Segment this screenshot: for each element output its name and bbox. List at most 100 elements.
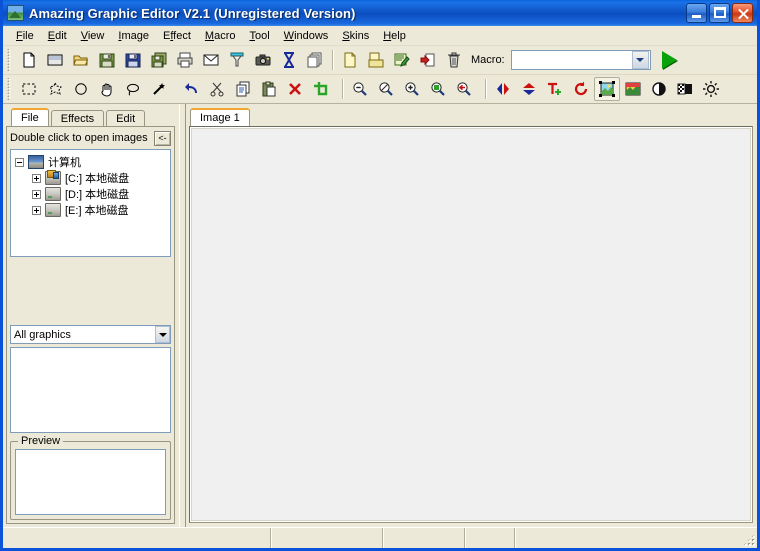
tree-item-drive-c[interactable]: [C:] 本地磁盘 xyxy=(13,170,168,186)
edit-macro-icon[interactable] xyxy=(389,48,415,72)
ellipse-select-icon[interactable] xyxy=(68,77,94,101)
print-icon[interactable] xyxy=(172,48,198,72)
add-text-icon[interactable] xyxy=(542,77,568,101)
copy-icon[interactable] xyxy=(230,77,256,101)
menu-help[interactable]: Help xyxy=(376,28,413,44)
lasso-select-icon[interactable] xyxy=(120,77,146,101)
open-hint-label: Double click to open images xyxy=(10,132,148,144)
computer-icon xyxy=(28,155,44,169)
drive-icon xyxy=(45,187,61,201)
menu-view[interactable]: View xyxy=(74,28,112,44)
zoom-in-icon[interactable] xyxy=(399,77,425,101)
menu-skins[interactable]: Skins xyxy=(335,28,376,44)
sidebar-tab-file[interactable]: File xyxy=(11,108,49,126)
new-macro-icon[interactable] xyxy=(337,48,363,72)
contrast-icon[interactable] xyxy=(646,77,672,101)
sidebar-tabs: File Effects Edit xyxy=(6,108,179,126)
chevron-down-icon[interactable] xyxy=(631,51,649,69)
menu-image[interactable]: Image xyxy=(111,28,156,44)
collapse-sidebar-button[interactable]: <- xyxy=(154,130,171,146)
menu-macro[interactable]: Macro xyxy=(198,28,243,44)
zoom-fit-icon[interactable] xyxy=(425,77,451,101)
apply-macro-icon[interactable] xyxy=(415,48,441,72)
maximize-button[interactable] xyxy=(709,3,730,23)
menu-tool[interactable]: Tool xyxy=(242,28,276,44)
hourglass-icon[interactable] xyxy=(276,48,302,72)
polygon-select-icon[interactable] xyxy=(42,77,68,101)
window-title: Amazing Graphic Editor V2.1 (Unregistere… xyxy=(29,5,356,21)
run-macro-icon[interactable] xyxy=(657,48,683,72)
status-pane-4 xyxy=(465,528,515,548)
menu-effect[interactable]: Effect xyxy=(156,28,198,44)
expand-expander-icon[interactable] xyxy=(32,205,41,215)
main-body: File Effects Edit Double click to open i… xyxy=(3,104,757,527)
rect-select-icon[interactable] xyxy=(16,77,42,101)
image-canvas[interactable] xyxy=(191,128,751,521)
mail-icon[interactable] xyxy=(198,48,224,72)
zoom-out-icon[interactable] xyxy=(347,77,373,101)
canvas-container xyxy=(189,126,753,523)
flip-horizontal-icon[interactable] xyxy=(490,77,516,101)
title-bar: Amazing Graphic Editor V2.1 (Unregistere… xyxy=(3,0,757,26)
close-button[interactable] xyxy=(732,3,753,23)
tab-label: Edit xyxy=(116,112,136,125)
macro-combo[interactable] xyxy=(510,50,651,70)
save-all-icon[interactable] xyxy=(146,48,172,72)
expand-expander-icon[interactable] xyxy=(32,173,41,183)
toolbar-grip[interactable] xyxy=(6,49,13,71)
resize-image-icon[interactable] xyxy=(594,77,620,101)
status-pane-1 xyxy=(3,528,271,548)
color-adjust-icon[interactable] xyxy=(620,77,646,101)
zoom-back-icon[interactable] xyxy=(451,77,477,101)
open-folder-icon[interactable] xyxy=(68,48,94,72)
document-tab-image-1[interactable]: Image 1 xyxy=(190,108,250,126)
tree-item-drive-d[interactable]: [D:] 本地磁盘 xyxy=(13,186,168,202)
toolbar-grip[interactable] xyxy=(6,78,13,100)
camera-icon[interactable] xyxy=(250,48,276,72)
folder-tree[interactable]: 计算机 [C:] 本地磁盘 [D:] 本地磁盘 [E:] 本地磁盘 xyxy=(10,149,171,257)
cut-icon[interactable] xyxy=(204,77,230,101)
sidebar-tab-edit[interactable]: Edit xyxy=(106,110,146,126)
macro-label: Macro: xyxy=(471,54,505,66)
main-toolbar: Macro: xyxy=(3,46,757,75)
save-icon[interactable] xyxy=(94,48,120,72)
rotate-icon[interactable] xyxy=(568,77,594,101)
paste-icon[interactable] xyxy=(256,77,282,101)
tools-toolbar xyxy=(3,75,757,104)
sidebar-tab-effects[interactable]: Effects xyxy=(50,110,105,126)
dither-icon[interactable] xyxy=(672,77,698,101)
hand-pan-icon[interactable] xyxy=(94,77,120,101)
undo-icon[interactable] xyxy=(178,77,204,101)
brightness-icon[interactable] xyxy=(698,77,724,101)
crop-icon[interactable] xyxy=(308,77,334,101)
duplicate-icon[interactable] xyxy=(302,48,328,72)
new-file-icon[interactable] xyxy=(16,48,42,72)
new-image-icon[interactable] xyxy=(42,48,68,72)
preview-title: Preview xyxy=(18,435,64,447)
tree-item-drive-e[interactable]: [E:] 本地磁盘 xyxy=(13,202,168,218)
menu-windows[interactable]: Windows xyxy=(277,28,336,44)
tree-item-label: [E:] 本地磁盘 xyxy=(65,205,129,217)
delete-macro-icon[interactable] xyxy=(441,48,467,72)
expand-expander-icon[interactable] xyxy=(32,189,41,199)
file-list[interactable] xyxy=(10,347,171,433)
tree-item-label: [C:] 本地磁盘 xyxy=(65,173,130,185)
resize-grip-icon[interactable] xyxy=(741,528,757,548)
minimize-button[interactable] xyxy=(686,3,707,23)
open-macro-icon[interactable] xyxy=(363,48,389,72)
tree-item-label: [D:] 本地磁盘 xyxy=(65,189,130,201)
menu-file[interactable]: File xyxy=(9,28,41,44)
screen-capture-icon[interactable] xyxy=(224,48,250,72)
window-controls xyxy=(686,3,755,23)
sidebar-splitter[interactable] xyxy=(179,104,186,527)
tree-item-computer[interactable]: 计算机 xyxy=(13,154,168,170)
save-as-icon[interactable] xyxy=(120,48,146,72)
delete-icon[interactable] xyxy=(282,77,308,101)
chevron-down-icon[interactable] xyxy=(155,326,170,343)
file-type-filter[interactable]: All graphics xyxy=(10,325,171,344)
collapse-expander-icon[interactable] xyxy=(15,157,24,167)
magic-wand-icon[interactable] xyxy=(146,77,172,101)
flip-vertical-icon[interactable] xyxy=(516,77,542,101)
zoom-actual-icon[interactable] xyxy=(373,77,399,101)
menu-edit[interactable]: Edit xyxy=(41,28,74,44)
